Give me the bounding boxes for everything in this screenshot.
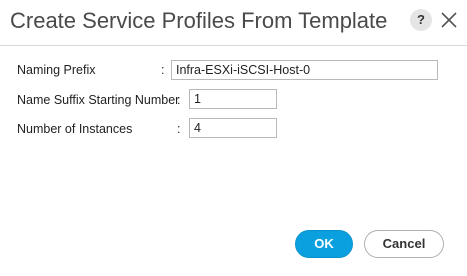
instances-colon: :	[177, 122, 181, 136]
instances-input[interactable]	[189, 118, 277, 138]
naming-prefix-label: Naming Prefix	[17, 63, 96, 77]
help-icon: ?	[417, 12, 425, 27]
cancel-button[interactable]: Cancel	[364, 230, 444, 258]
name-suffix-label: Name Suffix Starting Number	[17, 93, 180, 107]
name-suffix-colon: :	[177, 93, 181, 107]
close-icon	[441, 12, 457, 28]
title-divider	[0, 45, 467, 46]
name-suffix-input[interactable]	[189, 89, 277, 109]
ok-button[interactable]: OK	[295, 230, 353, 258]
naming-prefix-input[interactable]	[171, 60, 438, 80]
dialog-title: Create Service Profiles From Template	[10, 8, 388, 33]
naming-prefix-colon: :	[161, 63, 165, 77]
instances-label: Number of Instances	[17, 122, 133, 136]
close-button[interactable]	[437, 8, 461, 32]
create-service-profiles-dialog: Create Service Profiles From Template ? …	[0, 0, 467, 276]
help-button[interactable]: ?	[410, 9, 432, 31]
